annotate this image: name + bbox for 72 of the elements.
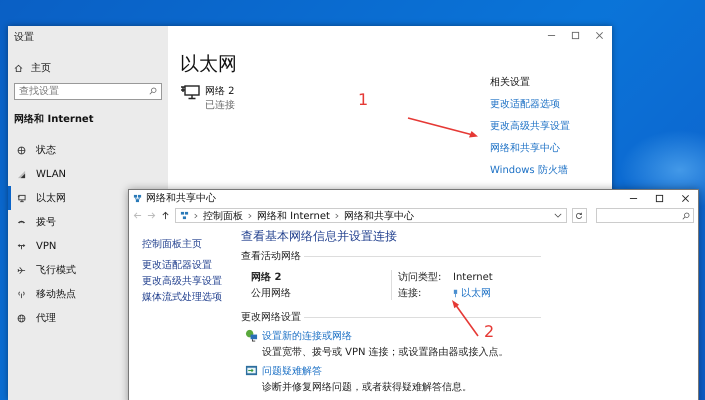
address-bar[interactable]: 控制面板 网络和 Internet 网络和共享中心 — [175, 208, 567, 223]
chevron-icon — [248, 212, 252, 218]
dropdown-caret-icon[interactable] — [554, 213, 562, 218]
refresh-icon — [575, 212, 584, 220]
globe-icon — [17, 314, 26, 322]
annotation-arrow — [407, 117, 479, 139]
refresh-button[interactable] — [572, 208, 587, 223]
search-icon — [149, 87, 157, 95]
nav-item[interactable]: 以太网 — [8, 186, 70, 210]
breadcrumb-item[interactable]: 控制面板 — [203, 208, 243, 222]
home-icon — [14, 64, 23, 72]
chevron-icon — [334, 212, 339, 218]
nav-item[interactable]: 状态 — [8, 138, 60, 162]
annotation-number: 2 — [484, 322, 494, 341]
network-status: 已连接 — [205, 98, 235, 112]
hotspot-icon — [17, 290, 26, 298]
page-title: 以太网 — [180, 52, 238, 77]
breadcrumb-item[interactable]: 网络和 Internet — [257, 208, 330, 222]
related-link[interactable]: Windows 防火墙 — [490, 163, 612, 177]
globe-monitor-icon — [17, 146, 26, 154]
monitor-icon — [17, 194, 26, 202]
network-icon — [133, 194, 142, 202]
wifi-icon — [17, 170, 26, 178]
network-name: 网络 2 — [205, 85, 235, 98]
window-title: 网络和共享中心 — [146, 192, 216, 205]
window-title: 设置 — [14, 30, 35, 44]
related-link[interactable]: 更改高级共享设置 — [490, 119, 612, 133]
task-link[interactable]: 问题疑难解答 — [262, 364, 322, 378]
network-name: 网络 2 — [251, 270, 282, 284]
related-link[interactable]: 更改适配器选项 — [490, 97, 612, 111]
group-label: 查看活动网络 — [241, 250, 301, 263]
airplane-icon — [17, 266, 26, 274]
nav-item[interactable]: 拨号 — [8, 210, 60, 234]
nav-item[interactable]: 移动热点 — [8, 282, 80, 306]
field-label: 连接: — [398, 286, 422, 300]
chevron-icon — [194, 212, 198, 218]
annotation-number: 1 — [358, 90, 368, 109]
vpn-icon — [17, 242, 26, 250]
access-type-value: Internet — [453, 272, 493, 282]
troubleshoot-icon — [245, 364, 258, 377]
task-link[interactable]: 设置新的连接或网络 — [262, 329, 352, 343]
nav-item[interactable]: 代理 — [8, 306, 60, 330]
section-heading: 网络和 Internet — [14, 112, 94, 126]
task-description: 设置宽带、拨号或 VPN 连接；或设置路由器或接入点。 — [262, 346, 509, 359]
field-label: 访问类型: — [398, 270, 442, 284]
annotation-arrow — [450, 299, 480, 338]
network-type: 公用网络 — [251, 287, 292, 300]
ethernet-plug-icon — [453, 288, 458, 298]
monitor-icon — [180, 84, 200, 100]
section-heading: 相关设置 — [490, 76, 531, 89]
nav-item[interactable]: VPN — [8, 234, 60, 258]
breadcrumb-item[interactable]: 网络和共享中心 — [344, 208, 414, 222]
network-icon — [180, 211, 189, 220]
group-label: 更改网络设置 — [241, 310, 301, 324]
related-link[interactable]: 网络和共享中心 — [490, 141, 612, 155]
page-heading: 查看基本网络信息并设置连接 — [241, 228, 398, 245]
nav-item[interactable]: 飞行模式 — [8, 258, 80, 282]
sidebar-link[interactable]: 媒体流式处理选项 — [142, 290, 241, 304]
home-link[interactable]: 主页 — [14, 61, 162, 75]
up-arrow-icon[interactable] — [161, 211, 170, 220]
nav-item[interactable]: WLAN — [8, 162, 70, 186]
sidebar-link[interactable]: 更改高级共享设置 — [142, 274, 241, 288]
network-setup-icon — [245, 329, 258, 342]
sidebar-link[interactable]: 控制面板主页 — [142, 237, 241, 251]
search-field[interactable]: 查找设置 — [14, 83, 162, 100]
search-field[interactable] — [596, 208, 694, 223]
connection-link[interactable]: 以太网 — [461, 286, 491, 300]
task-description: 诊断并修复网络问题，或者获得疑难解答信息。 — [262, 380, 472, 394]
maximize-icon[interactable] — [654, 194, 664, 202]
sidebar-link[interactable]: 更改适配器设置 — [142, 258, 241, 272]
close-icon[interactable] — [680, 194, 690, 202]
search-icon — [682, 212, 690, 220]
